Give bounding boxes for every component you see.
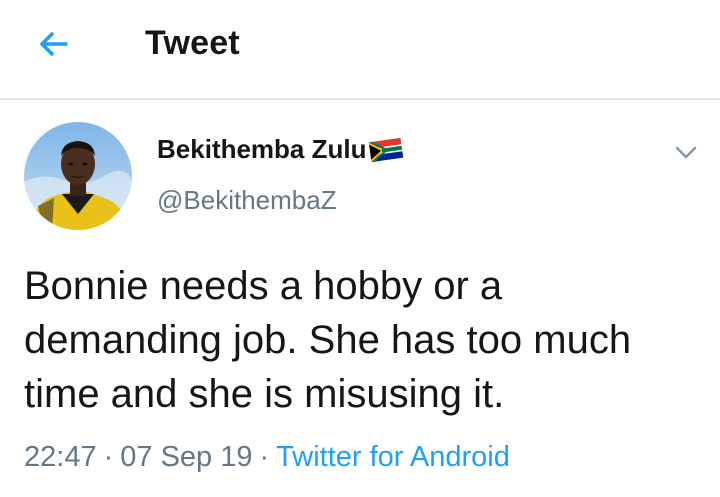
tweet-date: 07 Sep 19 [120, 441, 253, 473]
back-arrow-icon [40, 32, 68, 56]
author-name[interactable]: Bekithemba Zulu [157, 134, 404, 165]
tweet-text-line: Bonnie needs a hobby or a [24, 264, 503, 308]
tweet-text-line: time and she is misusing it. [24, 372, 505, 416]
author-handle[interactable]: @BekithembaZ [157, 185, 337, 216]
tweet-source-link[interactable]: Twitter for Android [276, 441, 510, 473]
page-title: Tweet [145, 24, 240, 62]
chevron-down-icon [675, 146, 697, 159]
tweet-time: 22:47 [24, 441, 97, 473]
tweet-text-line: demanding job. She has too much [24, 318, 632, 362]
tweet-meta: 22:47 · 07 Sep 19 · Twitter for Android [24, 441, 510, 474]
avatar[interactable] [24, 122, 132, 230]
tweet-menu-button[interactable] [672, 140, 700, 164]
meta-separator: · [259, 441, 270, 473]
author-display-name: Bekithemba Zulu [157, 134, 367, 164]
tweet-text: Bonnie needs a hobby or a demanding job.… [24, 259, 704, 421]
top-app-bar: Tweet [0, 0, 720, 100]
profile-photo [24, 122, 132, 230]
meta-separator: · [103, 441, 114, 473]
south-africa-flag-icon [369, 137, 404, 162]
back-button[interactable] [30, 22, 82, 66]
